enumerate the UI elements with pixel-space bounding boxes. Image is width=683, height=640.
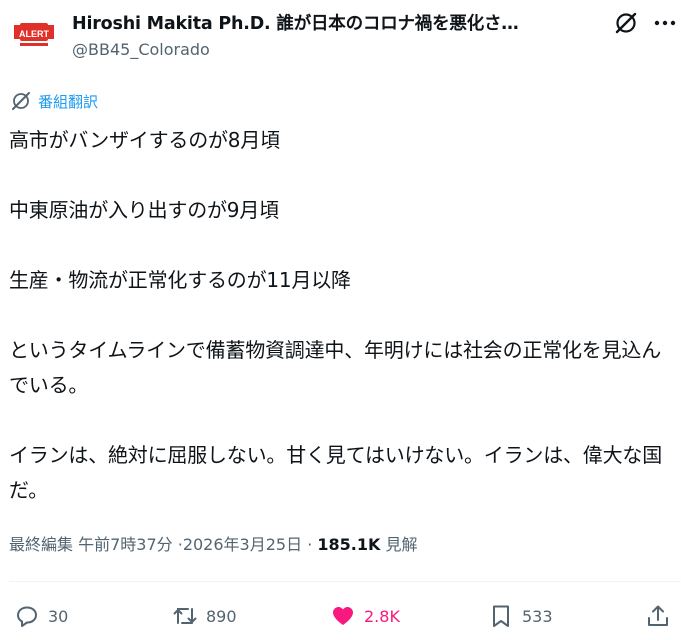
edited-label[interactable]: 最終編集 午前7時37分 xyxy=(9,535,173,554)
svg-text:ALERT: ALERT xyxy=(19,29,49,39)
heart-icon xyxy=(333,607,353,625)
grok-icon xyxy=(12,92,30,110)
bookmark-icon xyxy=(493,605,509,627)
share-button[interactable] xyxy=(645,601,671,631)
bookmark-button[interactable]: 533 xyxy=(488,601,553,631)
author-name[interactable]: Hiroshi Makita Ph.D. 誰が日本のコロナ禍を悪化さ… xyxy=(72,10,592,35)
reply-count: 30 xyxy=(48,606,69,626)
alert-logo-icon: ALERT xyxy=(14,23,54,46)
translate-label[interactable]: 番組翻訳 xyxy=(38,91,98,112)
more-icon[interactable] xyxy=(652,10,678,36)
tweet-date[interactable]: ·2026年3月25日 xyxy=(178,535,302,554)
share-icon xyxy=(648,605,668,626)
tweet-header: ALERT Hiroshi Makita Ph.D. 誰が日本のコロナ禍を悪化さ… xyxy=(0,0,683,72)
author-handle[interactable]: @BB45_Colorado xyxy=(72,40,210,59)
views-label: 見解 xyxy=(385,535,418,554)
like-count: 2.8K xyxy=(364,606,400,626)
like-button[interactable]: 2.8K xyxy=(330,601,400,631)
repost-button[interactable]: 890 xyxy=(172,601,237,631)
divider xyxy=(9,581,681,582)
bookmark-count: 533 xyxy=(522,606,553,626)
tweet-meta: 最終編集 午前7時37分 ·2026年3月25日 · 185.1K 見解 xyxy=(9,531,418,555)
tweet-text: 高市がバンザイするのが8月頃 中東原油が入り出すのが9月頃 生産・物流が正常化す… xyxy=(9,128,662,502)
repost-icon xyxy=(173,608,197,624)
reply-button[interactable]: 30 xyxy=(14,601,68,631)
translate-link[interactable]: 番組翻訳 xyxy=(10,90,98,112)
grok-icon[interactable] xyxy=(613,10,639,36)
reply-icon xyxy=(17,606,37,627)
avatar[interactable]: ALERT xyxy=(8,12,60,64)
views-count: 185.1K xyxy=(317,535,381,554)
repost-count: 890 xyxy=(206,606,237,626)
meta-separator: · xyxy=(307,535,313,554)
